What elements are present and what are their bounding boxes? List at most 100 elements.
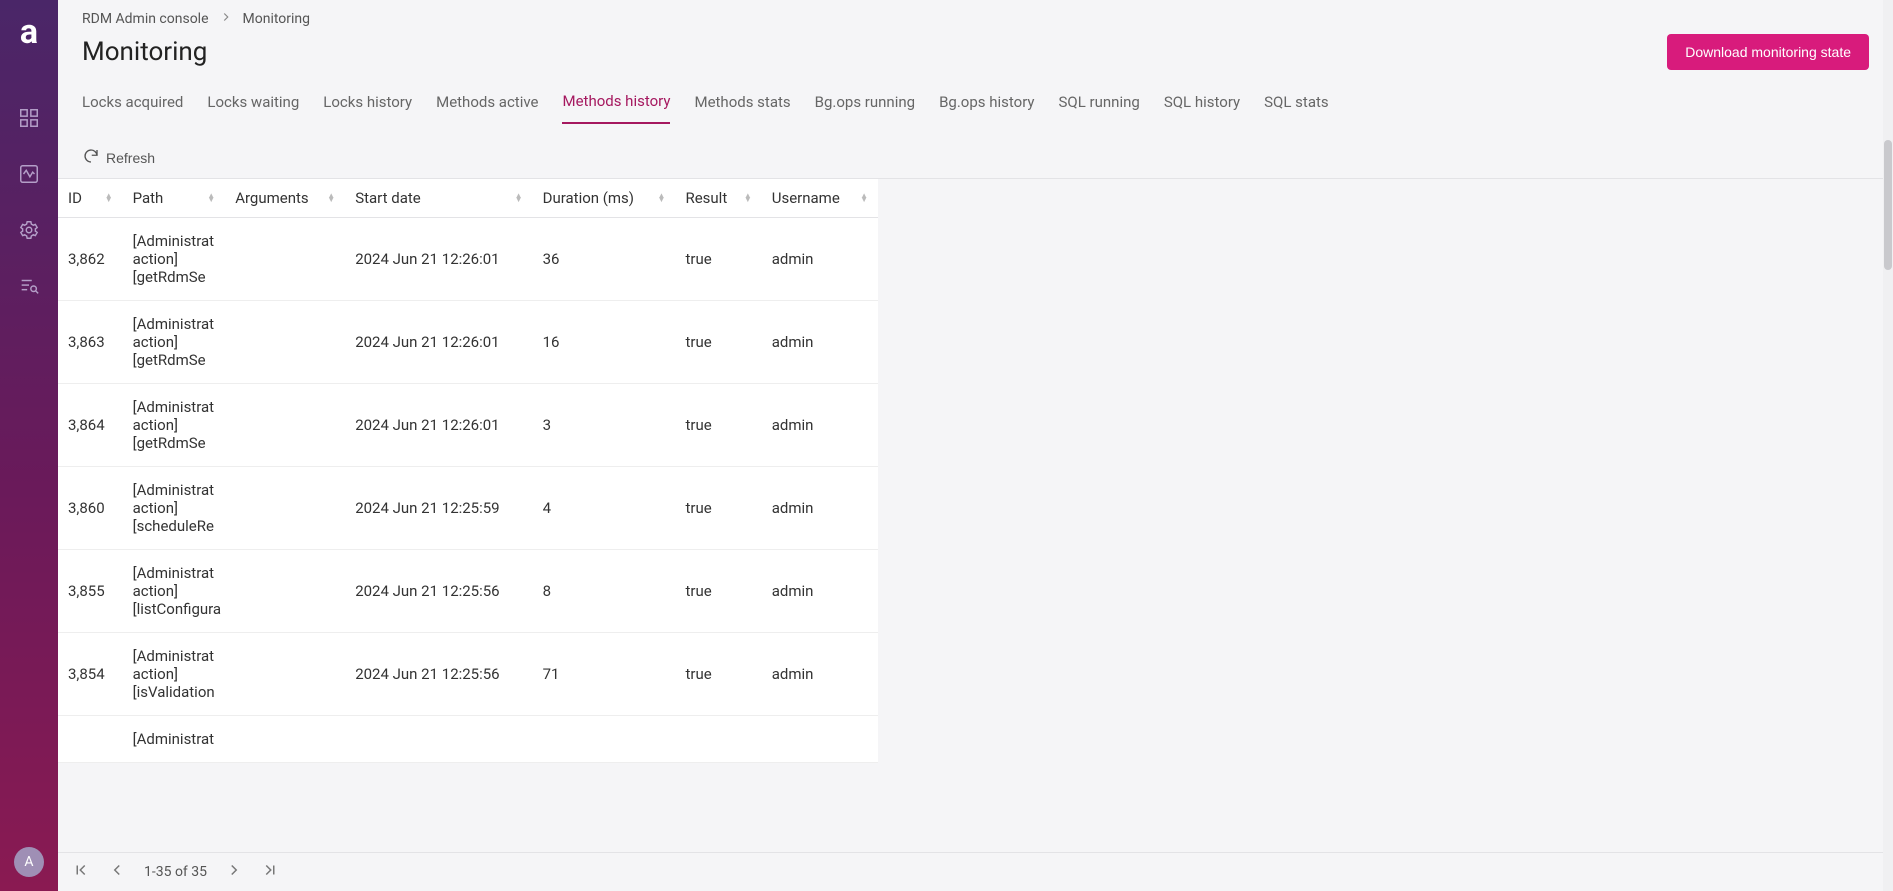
search-list-icon [18, 275, 40, 301]
table-cell: true [675, 550, 761, 633]
table-row[interactable]: 3,862[Administrat action] [getRdmSe2024 … [58, 218, 878, 301]
table-row[interactable]: 3,855[Administrat action] [listConfigura… [58, 550, 878, 633]
table-cell [675, 716, 761, 763]
table-cell [225, 301, 345, 384]
sort-icon: ▲▼ [105, 194, 113, 202]
column-header[interactable]: Path▲▼ [123, 179, 226, 218]
chevron-right-icon [219, 10, 233, 28]
table-cell: 3,860 [58, 467, 123, 550]
tab-bg-ops-running[interactable]: Bg.ops running [815, 93, 915, 123]
tab-locks-history[interactable]: Locks history [323, 93, 412, 123]
table-cell [225, 467, 345, 550]
sidebar-item-dashboard[interactable] [9, 100, 49, 140]
breadcrumb-root[interactable]: RDM Admin console [82, 11, 209, 27]
table-cell: 2024 Jun 21 12:25:56 [345, 550, 532, 633]
sort-icon: ▲▼ [860, 194, 868, 202]
table-cell: [Administrat action] [getRdmSe [123, 218, 226, 301]
sort-icon: ▲▼ [515, 194, 523, 202]
column-label: Result [685, 189, 727, 207]
table-cell: [Administrat action] [scheduleRe [123, 467, 226, 550]
table-cell [345, 716, 532, 763]
table-cell [225, 550, 345, 633]
sidebar-item-settings[interactable] [9, 212, 49, 252]
table-cell [225, 218, 345, 301]
table-row[interactable]: 3,854[Administrat action] [isValidation 2… [58, 633, 878, 716]
column-label: Start date [355, 189, 421, 207]
pager-next-button[interactable] [225, 861, 243, 883]
table-cell [225, 716, 345, 763]
table-cell: 2024 Jun 21 12:26:01 [345, 301, 532, 384]
sidebar-item-monitoring[interactable] [9, 156, 49, 196]
table-cell [225, 384, 345, 467]
tab-sql-running[interactable]: SQL running [1059, 93, 1140, 123]
table-cell: 36 [533, 218, 676, 301]
table-cell: [Administrat [123, 716, 226, 763]
methods-history-table: ID▲▼Path▲▼Arguments▲▼Start date▲▼Duratio… [58, 179, 878, 763]
table-cell: 3,854 [58, 633, 123, 716]
tab-methods-stats[interactable]: Methods stats [694, 93, 790, 123]
sidebar-item-query[interactable] [9, 268, 49, 308]
tab-methods-active[interactable]: Methods active [436, 93, 538, 123]
refresh-button[interactable]: Refresh [82, 147, 155, 168]
column-label: ID [68, 189, 82, 207]
column-label: Arguments [235, 189, 308, 207]
table-cell: 2024 Jun 21 12:26:01 [345, 384, 532, 467]
activity-icon [18, 163, 40, 189]
table-cell: [Administrat action] [listConfigura [123, 550, 226, 633]
app-logo: a [20, 12, 38, 52]
table-cell: 71 [533, 633, 676, 716]
table-cell: 3 [533, 384, 676, 467]
tab-sql-stats[interactable]: SQL stats [1264, 93, 1328, 123]
column-header[interactable]: Result▲▼ [675, 179, 761, 218]
table-cell: 3,855 [58, 550, 123, 633]
table-cell [58, 716, 123, 763]
table-row[interactable]: 3,860[Administrat action] [scheduleRe202… [58, 467, 878, 550]
pager-last-button[interactable] [261, 861, 279, 883]
header: RDM Admin console Monitoring Monitoring … [58, 0, 1893, 70]
column-header[interactable]: ID ▲▼ [58, 179, 123, 218]
pager-range: 1-35 of 35 [144, 864, 207, 880]
chevron-last-icon [261, 861, 279, 883]
download-monitoring-button[interactable]: Download monitoring state [1667, 34, 1869, 70]
table-cell: 2024 Jun 21 12:25:56 [345, 633, 532, 716]
column-header[interactable]: Username▲▼ [762, 179, 878, 218]
table-cell: admin [762, 218, 878, 301]
avatar[interactable]: A [14, 847, 44, 877]
table-cell: 16 [533, 301, 676, 384]
tab-sql-history[interactable]: SQL history [1164, 93, 1240, 123]
table-cell: admin [762, 467, 878, 550]
pager-first-button[interactable] [72, 861, 90, 883]
column-label: Duration (ms) [543, 189, 634, 207]
tab-locks-waiting[interactable]: Locks waiting [207, 93, 299, 123]
scrollbar[interactable] [1883, 0, 1893, 891]
table-row[interactable]: [Administrat [58, 716, 878, 763]
column-header[interactable]: Start date ▲▼ [345, 179, 532, 218]
table-cell: admin [762, 384, 878, 467]
column-header[interactable]: Arguments▲▼ [225, 179, 345, 218]
table-cell: 3,863 [58, 301, 123, 384]
table-cell: true [675, 218, 761, 301]
tab-bg-ops-history[interactable]: Bg.ops history [939, 93, 1034, 123]
table-cell: [Administrat action] [isValidation [123, 633, 226, 716]
table-cell: admin [762, 633, 878, 716]
table-cell: admin [762, 550, 878, 633]
table-row[interactable]: 3,864[Administrat action] [getRdmSe2024 … [58, 384, 878, 467]
table-cell: 2024 Jun 21 12:26:01 [345, 218, 532, 301]
tab-locks-acquired[interactable]: Locks acquired [82, 93, 183, 123]
chevron-first-icon [72, 861, 90, 883]
chevron-right-icon [225, 861, 243, 883]
breadcrumb: RDM Admin console Monitoring [82, 10, 1869, 28]
sort-icon: ▲▼ [207, 194, 215, 202]
breadcrumb-current: Monitoring [243, 11, 311, 27]
pager: 1-35 of 35 [58, 852, 1893, 891]
tab-methods-history[interactable]: Methods history [562, 92, 670, 124]
pager-prev-button[interactable] [108, 861, 126, 883]
table-cell [225, 633, 345, 716]
table-row[interactable]: 3,863[Administrat action] [getRdmSe2024 … [58, 301, 878, 384]
table-cell: true [675, 467, 761, 550]
chevron-left-icon [108, 861, 126, 883]
table-scroll-region[interactable]: ID▲▼Path▲▼Arguments▲▼Start date▲▼Duratio… [58, 179, 1893, 852]
table-cell: 3,864 [58, 384, 123, 467]
scrollbar-thumb[interactable] [1884, 140, 1892, 270]
column-header[interactable]: Duration (ms)▲▼ [533, 179, 676, 218]
